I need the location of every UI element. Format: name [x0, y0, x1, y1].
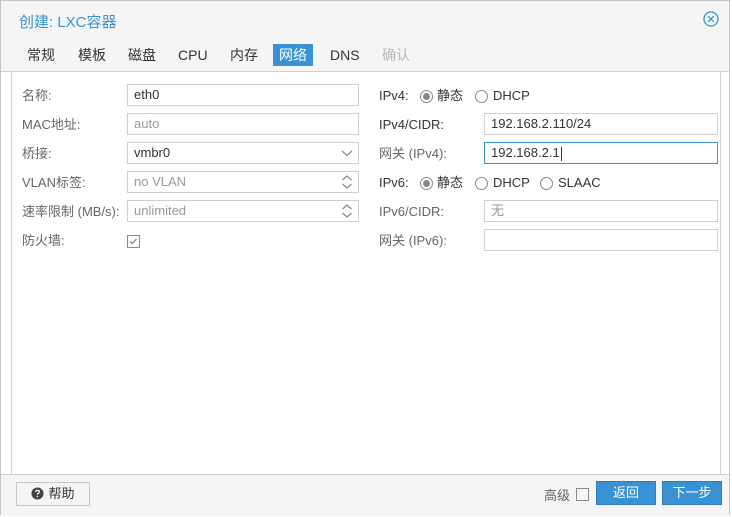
- ipv6-cidr-label: IPv6/CIDR:: [379, 204, 445, 219]
- tab-disks[interactable]: 磁盘: [122, 44, 162, 66]
- name-label: 名称:: [22, 88, 52, 103]
- firewall-checkbox[interactable]: [127, 235, 140, 248]
- dialog-titlebar: 创建: LXC容器: [1, 1, 729, 39]
- spinner-arrows-icon[interactable]: [336, 201, 358, 221]
- ipv6-label: IPv6:: [379, 175, 409, 190]
- ipv4-dhcp-radio[interactable]: [475, 90, 488, 103]
- gateway-ipv6-label: 网关 (IPv6):: [379, 233, 447, 248]
- ipv4-dhcp-label[interactable]: DHCP: [493, 88, 530, 104]
- rate-limit-input[interactable]: unlimited: [127, 200, 359, 222]
- ipv4-cidr-label: IPv4/CIDR:: [379, 117, 445, 132]
- vlan-input[interactable]: no VLAN: [127, 171, 359, 193]
- mac-label: MAC地址:: [22, 117, 81, 132]
- advanced-checkbox[interactable]: [576, 488, 589, 501]
- bridge-label: 桥接:: [22, 146, 52, 161]
- help-button[interactable]: 帮助: [16, 482, 90, 506]
- ipv6-slaac-radio[interactable]: [540, 177, 553, 190]
- rate-limit-placeholder: unlimited: [134, 203, 187, 218]
- chevron-down-icon[interactable]: [336, 143, 358, 163]
- gateway-ipv4-label: 网关 (IPv4):: [379, 146, 447, 161]
- advanced-label: 高级: [544, 488, 571, 503]
- ipv6-slaac-label[interactable]: SLAAC: [558, 175, 601, 191]
- dialog-footer: 帮助 高级 返回 下一步: [1, 474, 729, 516]
- mac-input[interactable]: auto: [127, 113, 359, 135]
- vlan-placeholder: no VLAN: [134, 174, 187, 189]
- bridge-select[interactable]: vmbr0: [127, 142, 359, 164]
- firewall-label: 防火墙:: [22, 233, 65, 248]
- ipv6-dhcp-label[interactable]: DHCP: [493, 175, 530, 191]
- name-input[interactable]: eth0: [127, 84, 359, 106]
- ipv4-cidr-input[interactable]: 192.168.2.110/24: [484, 113, 718, 135]
- gateway-ipv6-input[interactable]: [484, 229, 718, 251]
- ipv4-cidr-value: 192.168.2.110/24: [491, 116, 592, 131]
- next-button[interactable]: 下一步: [662, 481, 722, 505]
- tab-memory[interactable]: 内存: [224, 44, 264, 66]
- tab-cpu[interactable]: CPU: [172, 44, 214, 66]
- mac-placeholder: auto: [134, 116, 160, 131]
- lxc-create-dialog: 创建: LXC容器 常规 模板 磁盘 CPU 内存 网络 DNS 确认 名称: …: [0, 0, 730, 516]
- tab-network[interactable]: 网络: [273, 44, 313, 66]
- ipv4-static-label[interactable]: 静态: [437, 88, 463, 104]
- gateway-ipv4-value: 192.168.2.1: [491, 145, 560, 160]
- ipv6-static-radio[interactable]: [420, 177, 433, 190]
- gateway-ipv4-input[interactable]: 192.168.2.1: [484, 142, 718, 164]
- ipv6-cidr-input[interactable]: 无: [484, 200, 718, 222]
- tab-dns[interactable]: DNS: [324, 44, 366, 66]
- vlan-label: VLAN标签:: [22, 175, 86, 190]
- tab-bar: 常规 模板 磁盘 CPU 内存 网络 DNS 确认: [1, 39, 729, 72]
- tab-template[interactable]: 模板: [72, 44, 112, 66]
- ipv6-cidr-placeholder: 无: [491, 203, 505, 218]
- network-form: 名称: eth0 MAC地址: auto 桥接: vmbr0 VLAN标签: n…: [11, 72, 721, 474]
- rate-limit-label: 速率限制 (MB/s):: [22, 204, 120, 219]
- checkmark-icon: [129, 238, 137, 245]
- ipv6-static-label[interactable]: 静态: [437, 175, 463, 191]
- ipv4-label: IPv4:: [379, 88, 409, 103]
- text-caret: [560, 146, 562, 161]
- question-circle-icon: [31, 487, 45, 500]
- spinner-arrows-icon[interactable]: [336, 172, 358, 192]
- dialog-title: 创建: LXC容器: [19, 14, 117, 31]
- close-icon[interactable]: [703, 11, 719, 27]
- bridge-value: vmbr0: [134, 145, 171, 160]
- name-value: eth0: [134, 87, 160, 102]
- tab-general[interactable]: 常规: [21, 44, 61, 66]
- help-button-label: 帮助: [48, 486, 75, 501]
- ipv4-static-radio[interactable]: [420, 90, 433, 103]
- back-button[interactable]: 返回: [596, 481, 656, 505]
- ipv6-dhcp-radio[interactable]: [475, 177, 488, 190]
- tab-confirm: 确认: [382, 47, 410, 63]
